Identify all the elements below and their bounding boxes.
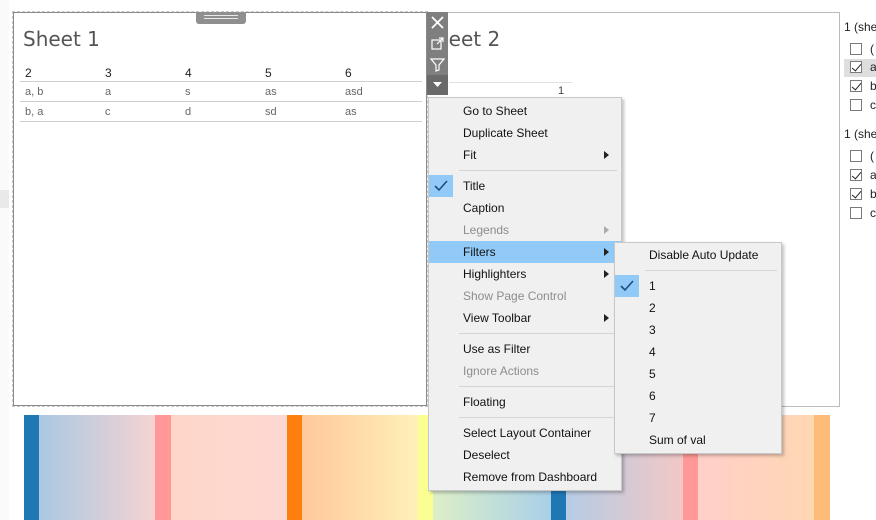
menu-item-filter-1[interactable]: 1 [615,275,781,297]
col-header[interactable]: 6 [345,66,352,80]
external-link-icon [431,37,444,50]
table-cell: b, a [25,106,44,118]
filter-item-label: b [870,187,876,201]
menu-item-filter-6[interactable]: 6 [615,385,781,407]
menu-item-remove-from-dashboard[interactable]: Remove from Dashboard [429,466,621,488]
menu-item-use-as-filter[interactable]: Use as Filter [429,338,621,360]
filter-item-label: ( [870,42,874,56]
left-edge-strip [0,190,9,208]
menu-item-highlighters[interactable]: Highlighters [429,263,621,285]
filter-item-row[interactable]: ( [844,41,876,59]
menu-item-filter-3[interactable]: 3 [615,319,781,341]
menu-separator [645,270,777,271]
filters-submenu: Disable Auto Update 1 2 3 4 5 6 7 Sum of… [614,242,782,454]
filter-checkbox[interactable] [850,207,862,219]
table-cell: sd [265,106,277,118]
filter-card-title: 1 (she [844,20,876,34]
more-options-icon [433,82,442,87]
menu-item-fit[interactable]: Fit [429,144,621,166]
filter-checkbox[interactable] [850,169,862,181]
menu-item-ignore-actions: Ignore Actions [463,364,540,378]
menu-item-duplicate-sheet[interactable]: Duplicate Sheet [429,122,621,144]
menu-item-view-toolbar[interactable]: View Toolbar [429,307,621,329]
filter-item-label: a [870,168,876,182]
menu-item-go-to-sheet[interactable]: Go to Sheet [429,100,621,122]
filter-item-row[interactable]: b [844,186,876,204]
use-as-filter-button[interactable] [427,54,448,75]
remove-button[interactable] [427,12,448,33]
left-edge-line [0,0,9,520]
menu-item-filter-4[interactable]: 4 [615,341,781,363]
menu-separator [459,417,617,418]
filter-icon [429,58,446,72]
menu-separator [459,333,617,334]
menu-item-filter-sum-of-val[interactable]: Sum of val [615,429,781,451]
table-cell: asd [345,86,363,98]
menu-item-legends: Legends [429,219,621,241]
sheet1-title: Sheet 1 [23,27,100,51]
drag-handle[interactable] [196,12,246,24]
filter-item-row[interactable]: c [844,205,876,223]
table-cell: c [105,106,111,118]
submenu-arrow-icon [604,270,609,278]
submenu-arrow-icon [604,226,609,234]
sheet2-value: 1 [558,85,565,97]
menu-item-title[interactable]: Title [429,175,621,197]
sheet1-table: 2 3 4 5 6 a, b a s as asd b, a c d sd as [20,64,422,124]
filter-item-row[interactable]: c [844,97,876,115]
filter-checkbox[interactable] [850,61,862,73]
menu-item-select-layout-container[interactable]: Select Layout Container [429,422,621,444]
menu-separator [459,170,617,171]
menu-item-disable-auto-update[interactable]: Disable Auto Update [615,244,781,266]
context-menu: Go to Sheet Duplicate Sheet Fit Title Ca… [428,97,622,491]
filter-checkbox[interactable] [850,43,862,55]
table-cell: as [345,106,357,118]
checkmark-icon [620,280,634,292]
table-cell: d [185,106,192,118]
menu-item-filter-2[interactable]: 2 [615,297,781,319]
filter-item-label: c [870,206,876,220]
filter-card-title: 1 (she [844,127,876,141]
table-cell: s [185,86,191,98]
filter-item-label: a [870,60,876,74]
filter-item-row[interactable]: b [844,78,876,96]
more-options-button[interactable] [427,75,448,95]
go-to-sheet-button[interactable] [427,33,448,54]
submenu-arrow-icon [604,314,609,322]
table-cell: a, b [25,86,44,98]
filter-checkbox[interactable] [850,150,862,162]
menu-separator [459,386,617,387]
table-cell: a [105,86,112,98]
filter-item-row[interactable]: ( [844,148,876,166]
menu-item-caption[interactable]: Caption [429,197,621,219]
filter-item-label: ( [870,149,874,163]
menu-item-floating[interactable]: Floating [429,391,621,413]
filter-checkbox[interactable] [850,188,862,200]
col-header[interactable]: 5 [265,66,272,80]
filter-item-row[interactable]: a [844,59,876,77]
checkmark-icon [434,180,448,192]
col-header[interactable]: 3 [105,66,112,80]
submenu-arrow-icon [604,151,609,159]
filter-item-label: c [870,98,876,112]
filter-checkbox[interactable] [850,80,862,92]
close-icon [431,16,444,29]
filter-item-row[interactable]: a [844,167,876,185]
filter-checkbox[interactable] [850,99,862,111]
table-cell: as [265,86,277,98]
submenu-arrow-icon [604,248,609,256]
menu-item-show-page-control: Show Page Control [463,289,567,303]
menu-item-deselect[interactable]: Deselect [429,444,621,466]
filter-item-label: b [870,79,876,93]
col-header[interactable]: 2 [25,66,32,80]
col-header[interactable]: 4 [185,66,192,80]
menu-item-filter-5[interactable]: 5 [615,363,781,385]
menu-item-filters[interactable]: Filters [429,241,621,263]
menu-item-filter-7[interactable]: 7 [615,407,781,429]
